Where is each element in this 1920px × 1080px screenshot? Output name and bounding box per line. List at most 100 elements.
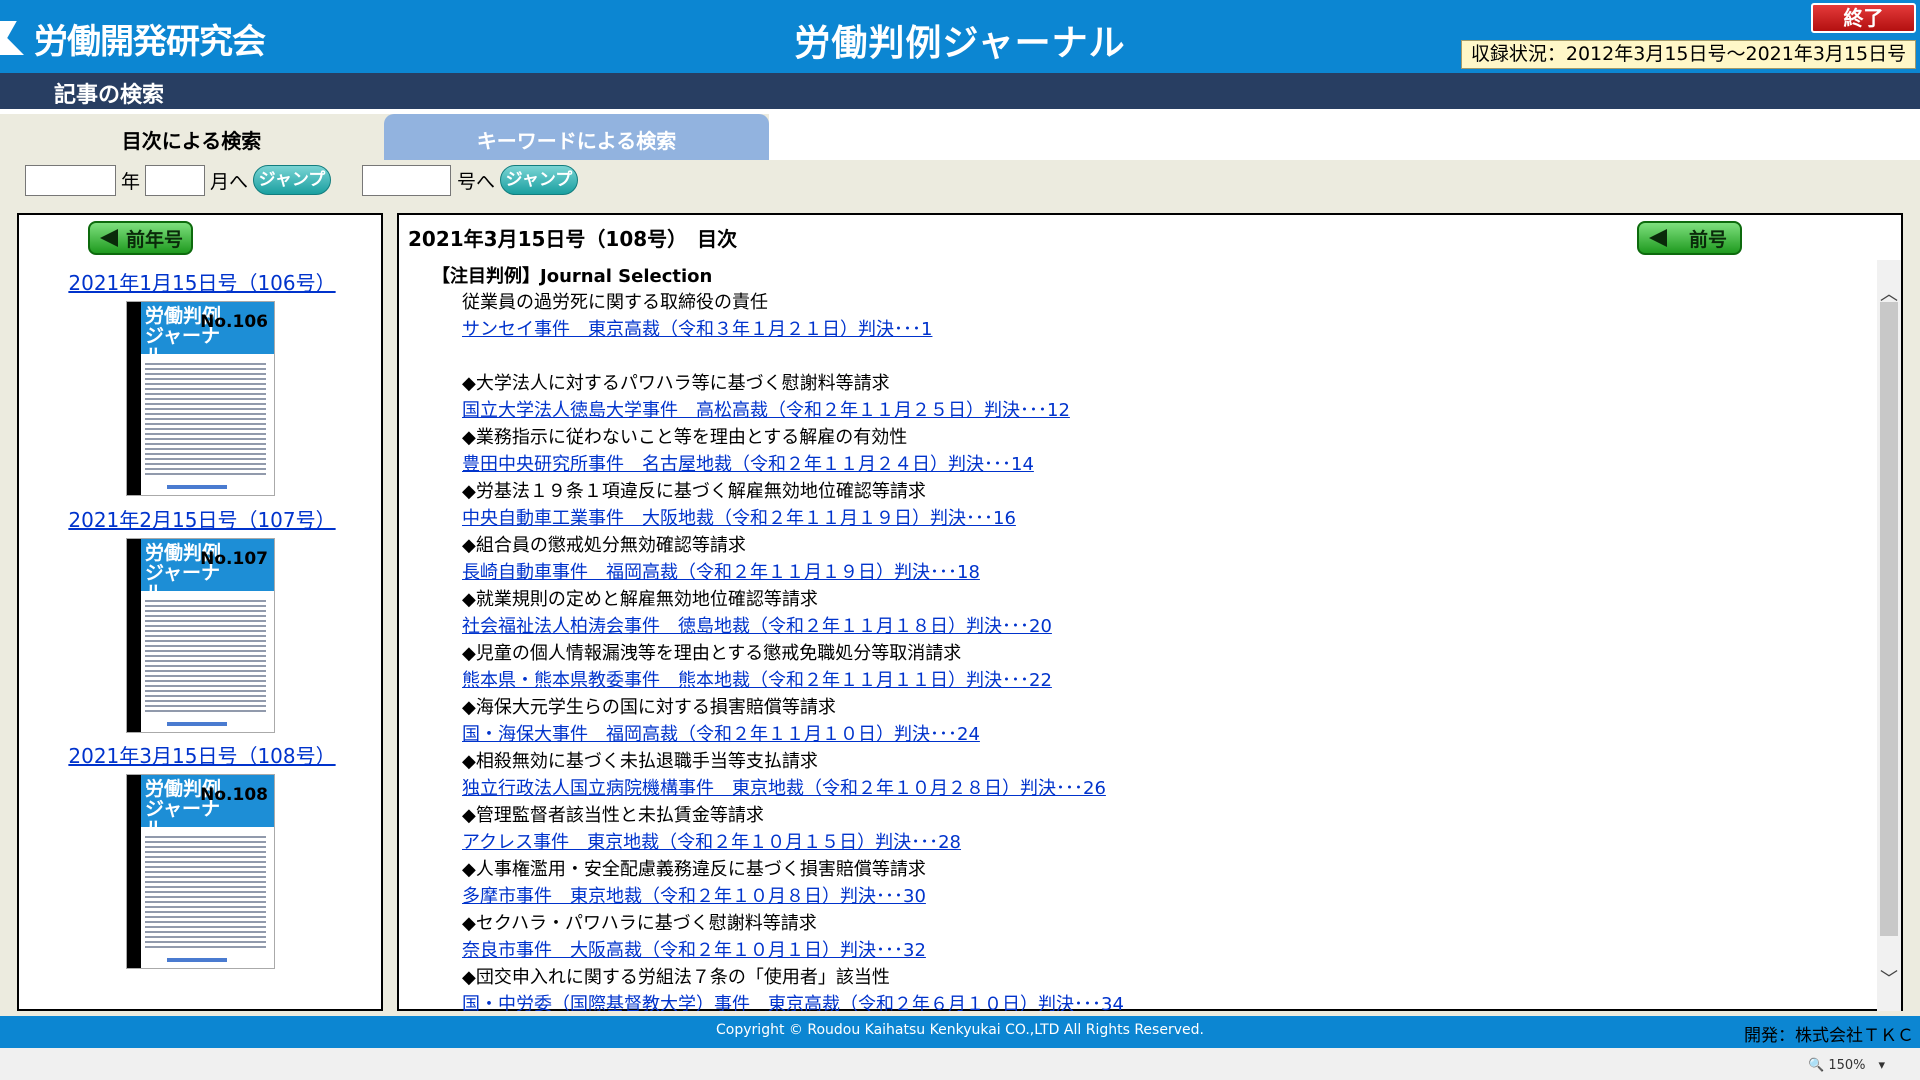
toc-row: 熊本県・熊本県教委事件 熊本地裁（令和２年１１月１１日）判決･･･22 xyxy=(462,667,1562,694)
arrow-left-icon xyxy=(1649,229,1667,247)
toc-row: ◆海保大元学生らの国に対する損害賠償等請求 xyxy=(462,694,1562,721)
article-link[interactable]: 国・中労委（国際基督教大学）事件 東京高裁（令和２年６月１０日）判決･･･34 xyxy=(462,994,1124,1011)
toc-row: ◆組合員の懲戒処分無効確認等請求 xyxy=(462,532,1562,559)
toc-row: 奈良市事件 大阪高裁（令和２年１０月１日）判決･･･32 xyxy=(462,937,1562,964)
article-topic: ◆管理監督者該当性と未払賃金等請求 xyxy=(462,805,764,826)
toc-row: 国立大学法人徳島大学事件 高松高裁（令和２年１１月２５日）判決･･･12 xyxy=(462,397,1562,424)
toc-row xyxy=(462,343,1562,370)
section-header: 記事の検索 xyxy=(0,73,1920,109)
logo-text: 労働開発研究会 xyxy=(34,21,266,62)
article-link[interactable]: 独立行政法人国立病院機構事件 東京地裁（令和２年１０月２８日）判決･･･26 xyxy=(462,778,1106,799)
prev-year-label: 前年号 xyxy=(126,228,184,251)
tab-bar-filler xyxy=(769,109,1920,160)
cover-image-107[interactable]: 労働判例ジャーナル No.107 xyxy=(126,538,275,733)
year-label: 年 xyxy=(121,171,141,193)
issue-link-106[interactable]: 2021年1月15日号（106号） xyxy=(19,267,385,296)
month-input[interactable] xyxy=(145,165,205,196)
toc-row: ◆管理監督者該当性と未払賃金等請求 xyxy=(462,802,1562,829)
toc-row: 国・海保大事件 福岡高裁（令和２年１１月１０日）判決･･･24 xyxy=(462,721,1562,748)
jump-issue-button[interactable]: ジャンプ xyxy=(500,165,578,195)
table-of-contents-panel: 2021年3月15日号（108号） 目次 前号 【注目判例】Journal Se… xyxy=(397,213,1903,1011)
cover-image-106[interactable]: 労働判例ジャーナル No.106 xyxy=(126,301,275,496)
toc-row: ◆業務指示に従わないこと等を理由とする解雇の有効性 xyxy=(462,424,1562,451)
toc-row: 社会福祉法人柏涛会事件 徳島地裁（令和２年１１月１８日）判決･･･20 xyxy=(462,613,1562,640)
cover-footer xyxy=(167,722,227,726)
article-topic: ◆海保大元学生らの国に対する損害賠償等請求 xyxy=(462,697,836,718)
article-link[interactable]: サンセイ事件 東京高裁（令和３年１月２１日）判決･･･1 xyxy=(462,319,932,340)
toc-row: 中央自動車工業事件 大阪地裁（令和２年１１月１９日）判決･･･16 xyxy=(462,505,1562,532)
toc-row: 従業員の過労死に関する取締役の責任 xyxy=(462,289,1562,316)
article-link[interactable]: 中央自動車工業事件 大阪地裁（令和２年１１月１９日）判決･･･16 xyxy=(462,508,1016,529)
article-link[interactable]: 国立大学法人徳島大学事件 高松高裁（令和２年１１月２５日）判決･･･12 xyxy=(462,400,1070,421)
zoom-control[interactable]: 🔍 150% ▾ xyxy=(1808,1054,1885,1073)
toc-row: ◆児童の個人情報漏洩等を理由とする懲戒免職処分等取消請求 xyxy=(462,640,1562,667)
cover-text-block xyxy=(145,833,266,948)
article-topic: ◆業務指示に従わないこと等を理由とする解雇の有効性 xyxy=(462,427,908,448)
toc-row: ◆団交申入れに関する労組法７条の「使用者」該当性 xyxy=(462,964,1562,991)
cover-number: No.108 xyxy=(200,785,268,805)
toc-row: 豊田中央研究所事件 名古屋地裁（令和２年１１月２４日）判決･･･14 xyxy=(462,451,1562,478)
toc-row: 長崎自動車事件 福岡高裁（令和２年１１月１９日）判決･･･18 xyxy=(462,559,1562,586)
coverage-status: 収録状況：2012年3月15日号～2021年3月15日号 xyxy=(1461,40,1916,69)
toc-section-title: 【注目判例】Journal Selection xyxy=(432,266,713,287)
toc-row: ◆人事権濫用・安全配慮義務違反に基づく損害賠償等請求 xyxy=(462,856,1562,883)
issue-list-panel: 前年号 2021年1月15日号（106号） 労働判例ジャーナル No.106 2… xyxy=(17,213,383,1011)
prev-issue-button[interactable]: 前号 xyxy=(1637,221,1742,255)
app-header: 労働開発研究会 労働判例ジャーナル 終了 収録状況：2012年3月15日号～20… xyxy=(0,0,1920,73)
toc-row: ◆セクハラ・パワハラに基づく慰謝料等請求 xyxy=(462,910,1562,937)
tab-keyword-search[interactable]: キーワードによる検索 xyxy=(384,114,769,160)
toc-scroll-area[interactable]: 【注目判例】Journal Selection 従業員の過労死に関する取締役の責… xyxy=(399,260,1901,1011)
scroll-up-icon[interactable]: ︿ xyxy=(1877,280,1901,305)
month-label: 月へ xyxy=(210,171,249,193)
toc-list: 従業員の過労死に関する取締役の責任サンセイ事件 東京高裁（令和３年１月２１日）判… xyxy=(462,289,1562,1011)
prev-issue-label: 前号 xyxy=(1689,228,1728,251)
article-link[interactable]: アクレス事件 東京地裁（令和２年１０月１５日）判決･･･28 xyxy=(462,832,961,853)
issue-number-input[interactable] xyxy=(362,165,451,196)
article-topic: ◆相殺無効に基づく未払退職手当等支払請求 xyxy=(462,751,818,772)
article-topic: ◆大学法人に対するパワハラ等に基づく慰謝料等請求 xyxy=(462,373,890,394)
vertical-scrollbar[interactable]: ︿ ﹀ xyxy=(1877,260,1901,1011)
copyright: Copyright © Roudou Kaihatsu Kenkyukai CO… xyxy=(716,1022,1204,1038)
section-title: 記事の検索 xyxy=(54,83,165,108)
article-topic: ◆人事権濫用・安全配慮義務違反に基づく損害賠償等請求 xyxy=(462,859,926,880)
publisher-logo: 労働開発研究会 xyxy=(0,18,266,62)
issue-link-107[interactable]: 2021年2月15日号（107号） xyxy=(19,504,385,533)
article-topic: ◆セクハラ・パワハラに基づく慰謝料等請求 xyxy=(462,913,817,934)
issue-link-108[interactable]: 2021年3月15日号（108号） xyxy=(19,740,385,769)
toc-row: 国・中労委（国際基督教大学）事件 東京高裁（令和２年６月１０日）判決･･･34 xyxy=(462,991,1562,1011)
cover-footer xyxy=(167,958,227,962)
toc-row: ◆大学法人に対するパワハラ等に基づく慰謝料等請求 xyxy=(462,370,1562,397)
cover-text-block xyxy=(145,597,266,712)
toc-row: 独立行政法人国立病院機構事件 東京地裁（令和２年１０月２８日）判決･･･26 xyxy=(462,775,1562,802)
year-input[interactable] xyxy=(25,165,116,196)
developer-credit: 開発：株式会社ＴＫＣ xyxy=(1744,1026,1914,1046)
article-link[interactable]: 長崎自動車事件 福岡高裁（令和２年１１月１９日）判決･･･18 xyxy=(462,562,980,583)
toc-row: ◆相殺無効に基づく未払退職手当等支払請求 xyxy=(462,748,1562,775)
issue-label: 号へ xyxy=(457,171,496,193)
toc-row: アクレス事件 東京地裁（令和２年１０月１５日）判決･･･28 xyxy=(462,829,1562,856)
exit-button[interactable]: 終了 xyxy=(1811,3,1916,33)
browser-status-bar: 🔍 150% ▾ xyxy=(0,1048,1920,1080)
prev-year-button[interactable]: 前年号 xyxy=(88,221,193,255)
cover-number: No.106 xyxy=(200,312,268,332)
scroll-down-icon[interactable]: ﹀ xyxy=(1877,965,1901,990)
article-link[interactable]: 社会福祉法人柏涛会事件 徳島地裁（令和２年１１月１８日）判決･･･20 xyxy=(462,616,1052,637)
article-link[interactable]: 豊田中央研究所事件 名古屋地裁（令和２年１１月２４日）判決･･･14 xyxy=(462,454,1034,475)
jump-date-button[interactable]: ジャンプ xyxy=(253,165,331,195)
cover-image-108[interactable]: 労働判例ジャーナル No.108 xyxy=(126,774,275,969)
article-topic: ◆労基法１９条１項違反に基づく解雇無効地位確認等請求 xyxy=(462,481,926,502)
arrow-left-icon xyxy=(100,229,118,247)
article-topic: ◆児童の個人情報漏洩等を理由とする懲戒免職処分等取消請求 xyxy=(462,643,962,664)
tab-toc-search[interactable]: 目次による検索 xyxy=(0,114,383,160)
article-topic: ◆団交申入れに関する労組法７条の「使用者」該当性 xyxy=(462,967,890,988)
article-link[interactable]: 熊本県・熊本県教委事件 熊本地裁（令和２年１１月１１日）判決･･･22 xyxy=(462,670,1052,691)
toc-row: サンセイ事件 東京高裁（令和３年１月２１日）判決･･･1 xyxy=(462,316,1562,343)
cover-spine xyxy=(127,775,141,968)
scroll-thumb[interactable] xyxy=(1880,302,1898,936)
toc-row: 多摩市事件 東京地裁（令和２年１０月８日）判決･･･30 xyxy=(462,883,1562,910)
article-topic: 従業員の過労死に関する取締役の責任 xyxy=(462,292,768,313)
article-link[interactable]: 国・海保大事件 福岡高裁（令和２年１１月１０日）判決･･･24 xyxy=(462,724,980,745)
article-link[interactable]: 奈良市事件 大阪高裁（令和２年１０月１日）判決･･･32 xyxy=(462,940,926,961)
article-link[interactable]: 多摩市事件 東京地裁（令和２年１０月８日）判決･･･30 xyxy=(462,886,926,907)
cover-spine xyxy=(127,302,141,495)
